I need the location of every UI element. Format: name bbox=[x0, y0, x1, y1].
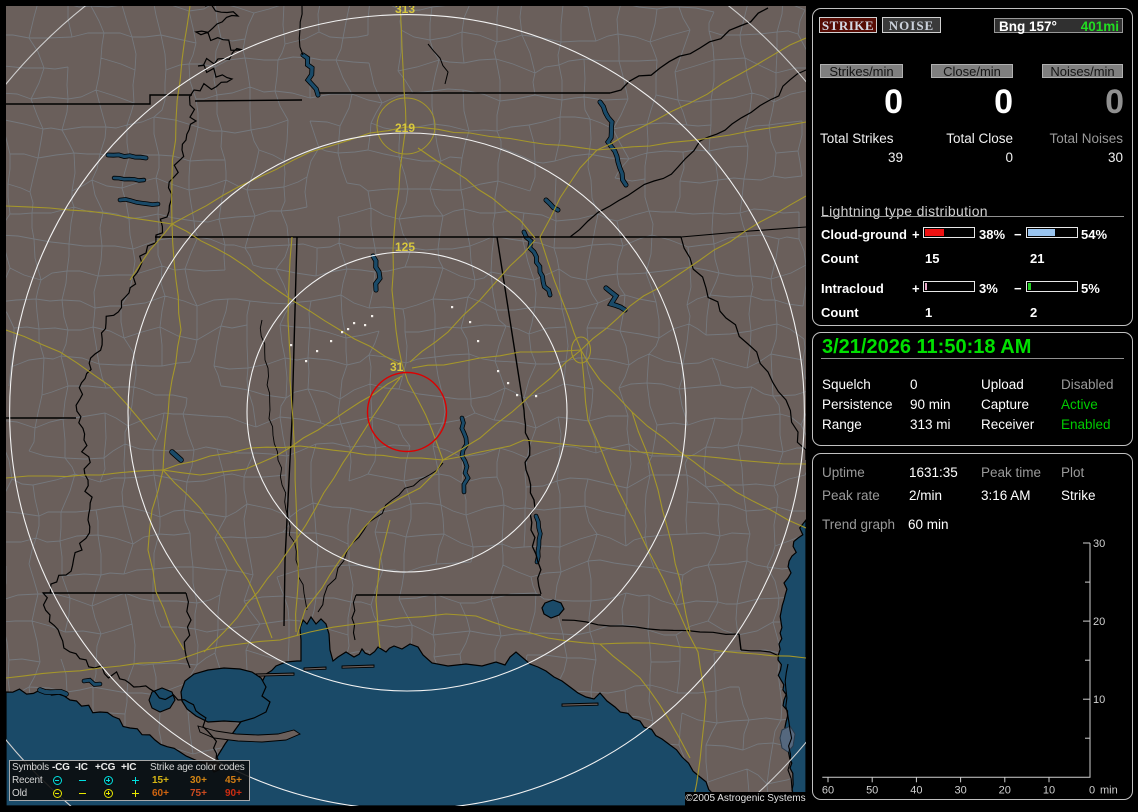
svg-text:20: 20 bbox=[999, 784, 1011, 796]
svg-text:31: 31 bbox=[390, 360, 404, 374]
svg-text:50: 50 bbox=[866, 784, 878, 796]
svg-text:10: 10 bbox=[1093, 694, 1105, 706]
svg-text:30: 30 bbox=[954, 784, 966, 796]
svg-text:60: 60 bbox=[822, 784, 834, 796]
svg-text:20: 20 bbox=[1093, 616, 1105, 628]
svg-text:40: 40 bbox=[910, 784, 922, 796]
svg-text:min: min bbox=[1100, 784, 1118, 796]
svg-text:30: 30 bbox=[1093, 538, 1105, 550]
svg-text:219: 219 bbox=[395, 121, 415, 135]
svg-text:0: 0 bbox=[1089, 784, 1095, 796]
svg-text:313: 313 bbox=[395, 6, 415, 16]
svg-text:10: 10 bbox=[1043, 784, 1055, 796]
svg-text:125: 125 bbox=[395, 240, 415, 254]
